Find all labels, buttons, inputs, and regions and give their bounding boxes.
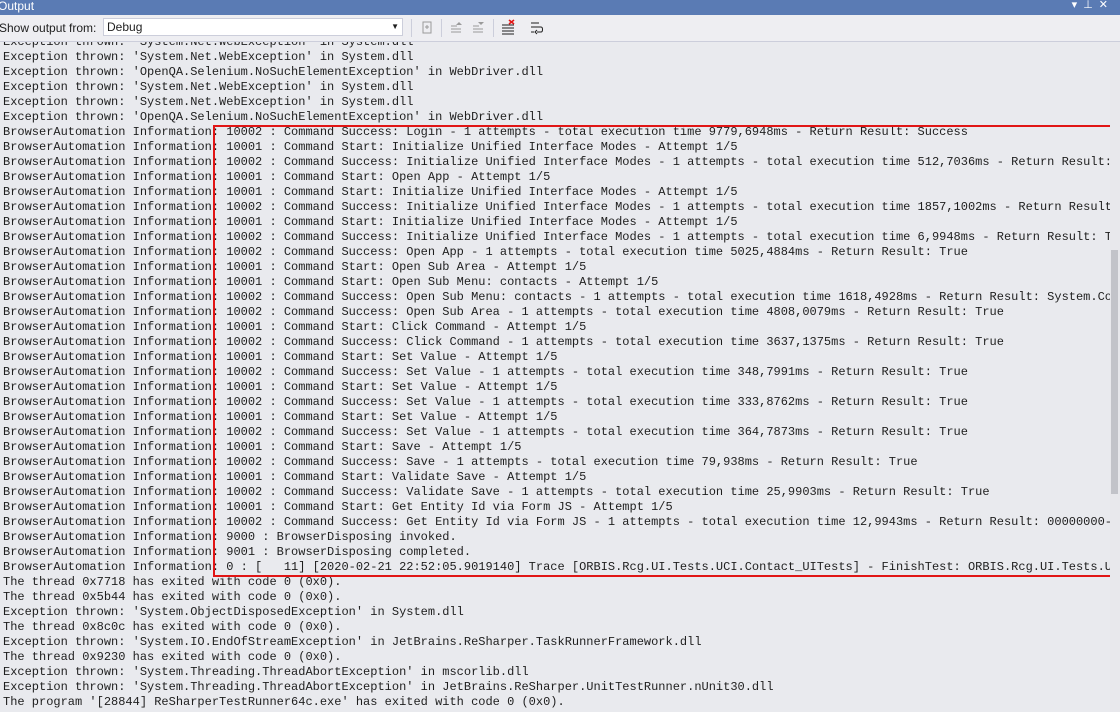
toolbar-separator [493, 19, 494, 37]
close-icon[interactable]: ✕ [1099, 0, 1114, 11]
output-line: Exception thrown: 'System.Net.WebExcepti… [3, 42, 414, 49]
output-source-select[interactable]: Debug ▼ [103, 18, 403, 36]
output-line: Exception thrown: 'OpenQA.Selenium.NoSuc… [3, 110, 544, 124]
output-line: The thread 0x9230 has exited with code 0… [3, 650, 342, 664]
output-line: Exception thrown: 'OpenQA.Selenium.NoSuc… [3, 65, 544, 79]
prev-message-icon[interactable] [447, 19, 465, 37]
output-line: Exception thrown: 'System.Threading.Thre… [3, 665, 529, 679]
scrollbar-thumb[interactable] [1111, 250, 1118, 494]
window-menu-icon[interactable]: ▾ [1072, 0, 1084, 11]
output-line: Exception thrown: 'System.Net.WebExcepti… [3, 50, 414, 64]
output-toolbar: Show output from: Debug ▼ [0, 15, 1120, 42]
find-message-icon[interactable] [418, 19, 436, 37]
window-controls: ▾⊥✕ [1072, 0, 1114, 12]
show-output-label: Show output from: [0, 21, 97, 35]
output-line: The program '[28844] ReSharperTestRunner… [3, 695, 565, 709]
output-line: Exception thrown: 'System.Threading.Thre… [3, 680, 774, 694]
output-line: The thread 0x7718 has exited with code 0… [3, 575, 342, 589]
toolbar-separator [441, 19, 442, 37]
chevron-down-icon: ▼ [391, 22, 399, 31]
output-source-value: Debug [107, 20, 143, 34]
output-line: Exception thrown: 'System.Net.WebExcepti… [3, 80, 414, 94]
highlight-annotation-box [213, 125, 1119, 577]
output-line: Exception thrown: 'System.IO.EndOfStream… [3, 635, 702, 649]
output-window-titlebar: Output ▾⊥✕ [0, 0, 1120, 15]
window-title: Output [0, 0, 35, 13]
output-line: Exception thrown: 'System.ObjectDisposed… [3, 605, 464, 619]
output-line: The thread 0x8c0c has exited with code 0… [3, 620, 342, 634]
toggle-word-wrap-icon[interactable] [528, 19, 546, 37]
next-message-icon[interactable] [469, 19, 487, 37]
output-line: Exception thrown: 'System.Net.WebExcepti… [3, 95, 414, 109]
pin-icon[interactable]: ⊥ [1083, 0, 1099, 11]
output-line: The thread 0x5b44 has exited with code 0… [3, 590, 342, 604]
toolbar-separator [411, 19, 412, 37]
clear-all-icon[interactable] [499, 19, 517, 37]
